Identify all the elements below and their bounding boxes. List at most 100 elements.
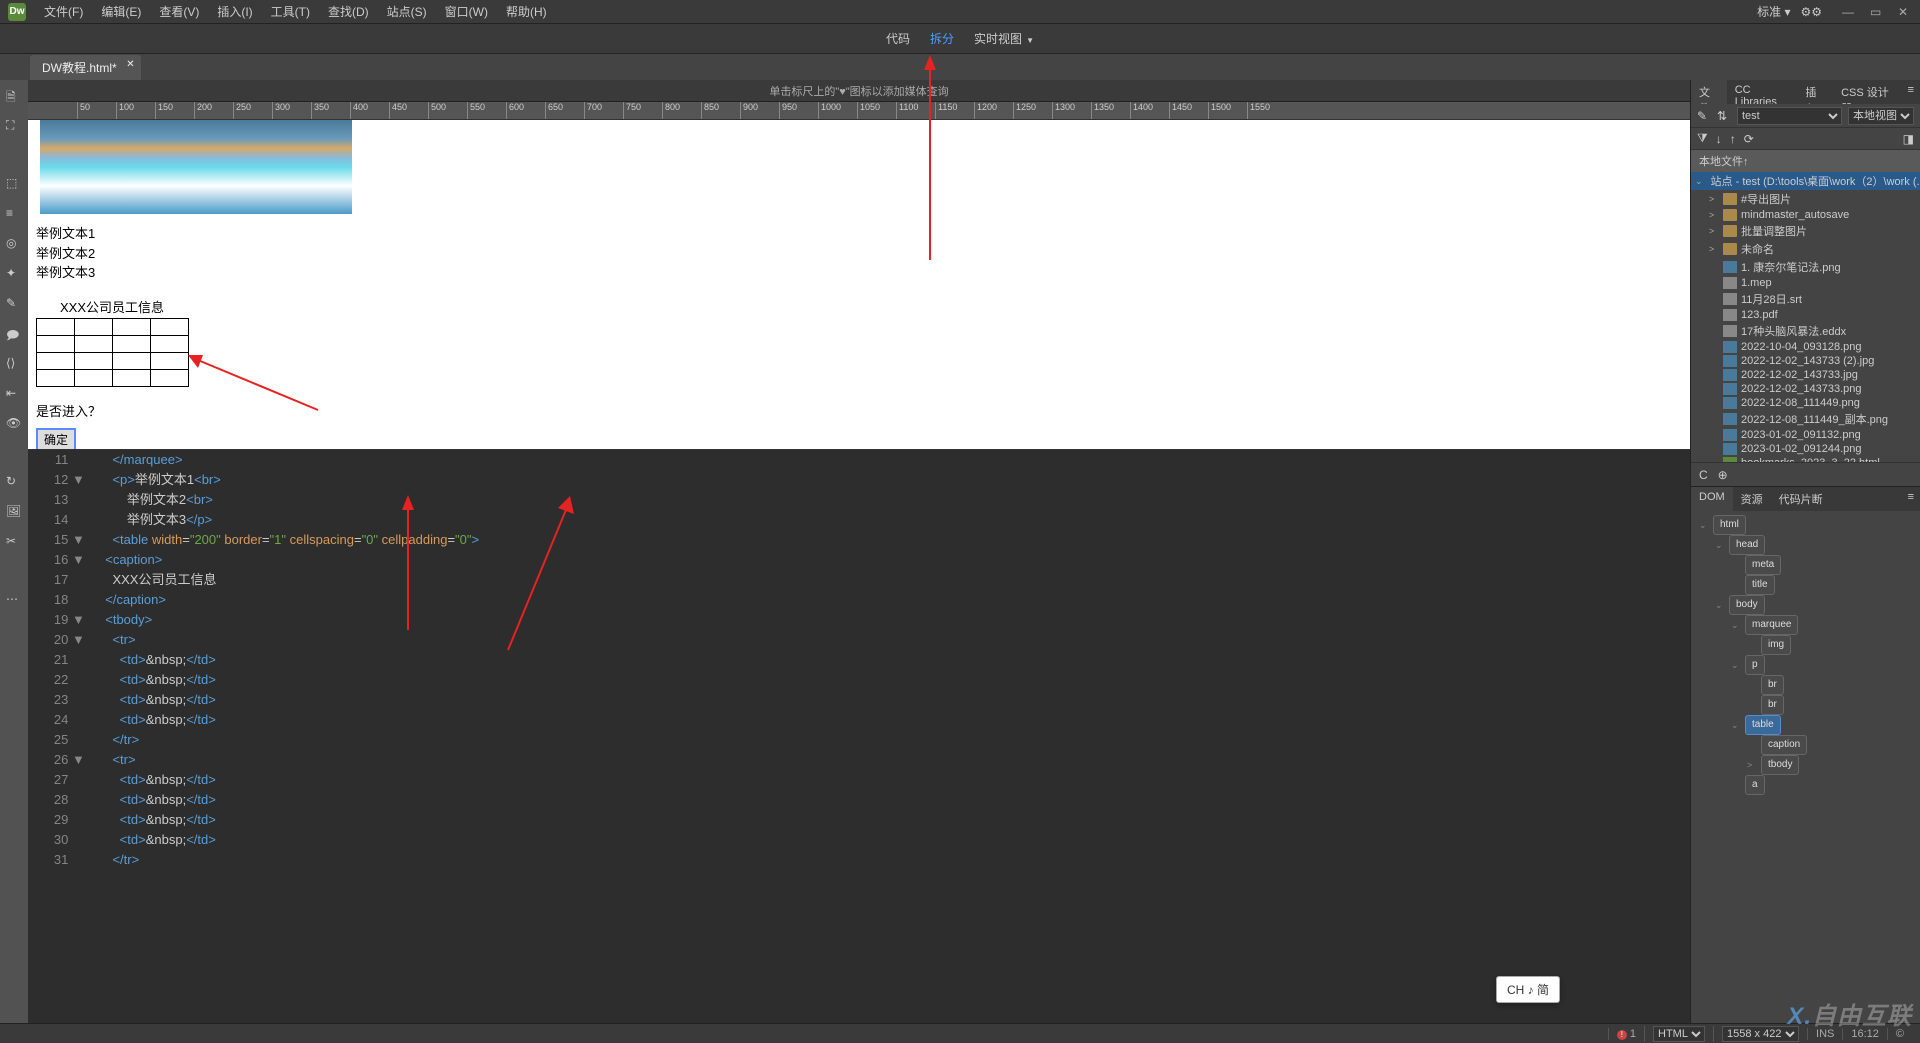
dom-node[interactable]: ⌄p <box>1695 655 1916 675</box>
format-icon[interactable]: ≡ <box>6 206 22 222</box>
design-submit-button[interactable]: 确定 <box>36 428 76 451</box>
horizontal-ruler[interactable]: 5010015020025030035040045050055060065070… <box>28 102 1690 120</box>
code-line[interactable]: <td>&nbsp;</td> <box>98 650 1690 670</box>
file-row[interactable]: 2022-10-04_093128.png <box>1691 340 1920 354</box>
code-line[interactable]: <td>&nbsp;</td> <box>98 810 1690 830</box>
status-language-select[interactable]: HTML <box>1653 1026 1705 1042</box>
view-split[interactable]: 拆分 <box>930 30 954 47</box>
dom-node[interactable]: title <box>1695 575 1916 595</box>
dom-tag[interactable]: tbody <box>1761 755 1799 775</box>
code-line[interactable]: <table width="200" border="1" cellspacin… <box>98 530 1690 550</box>
code-line[interactable]: </caption> <box>98 590 1690 610</box>
dom-tag[interactable]: table <box>1745 715 1781 735</box>
table-caption[interactable]: XXX公司员工信息 <box>60 297 1690 316</box>
file-row[interactable]: 2022-12-08_111449_副本.png <box>1691 410 1920 428</box>
tab-css-designer[interactable]: CSS 设计器 <box>1833 80 1902 104</box>
collapse-icon[interactable]: ⟨⟩ <box>6 356 22 372</box>
code-line[interactable]: <p>举例文本1<br> <box>98 470 1690 490</box>
view-select[interactable]: 本地视图 <box>1848 107 1914 125</box>
dom-node[interactable]: br <box>1695 695 1916 715</box>
view-code[interactable]: 代码 <box>886 30 910 47</box>
file-row[interactable]: 2022-12-02_143733.jpg <box>1691 368 1920 382</box>
outdent-icon[interactable]: ⇤ <box>6 386 22 402</box>
refresh-icon[interactable]: C <box>1699 468 1708 482</box>
tab-insert[interactable]: 插入 <box>1797 80 1833 104</box>
file-row[interactable]: 123.pdf <box>1691 308 1920 322</box>
file-row[interactable]: 2022-12-08_111449.png <box>1691 396 1920 410</box>
wand-icon[interactable]: ✦ <box>6 266 22 282</box>
dom-tag[interactable]: img <box>1761 635 1791 655</box>
extract-icon[interactable]: ✂ <box>6 534 22 550</box>
dom-tree[interactable]: ⌄html⌄headmetatitle⌄body⌄marqueeimg⌄pbrb… <box>1691 511 1920 799</box>
tab-close-icon[interactable]: ✕ <box>126 59 134 70</box>
dom-tag[interactable]: head <box>1729 535 1765 555</box>
select-icon[interactable]: ⬚ <box>6 176 22 192</box>
code-line[interactable]: </tr> <box>98 730 1690 750</box>
dom-node[interactable]: br <box>1695 675 1916 695</box>
file-row[interactable]: 17种头脑风暴法.eddx <box>1691 322 1920 340</box>
tab-snippets[interactable]: 代码片断 <box>1771 487 1831 511</box>
code-line[interactable]: <td>&nbsp;</td> <box>98 710 1690 730</box>
code-line[interactable]: <td>&nbsp;</td> <box>98 770 1690 790</box>
panel-menu-icon[interactable]: ≡ <box>1902 487 1920 511</box>
upload-icon[interactable]: ↑ <box>1730 132 1736 146</box>
tab-assets[interactable]: 资源 <box>1733 487 1771 511</box>
design-text-line[interactable]: 举例文本2 <box>36 244 1690 264</box>
comment-icon[interactable]: 🗩 <box>6 326 22 342</box>
dom-tag[interactable]: title <box>1745 575 1775 595</box>
file-row[interactable]: 1. 康奈尔笔记法.png <box>1691 258 1920 276</box>
file-row[interactable]: >批量调整图片 <box>1691 222 1920 240</box>
target-icon[interactable]: ◎ <box>6 236 22 252</box>
dom-node[interactable]: a <box>1695 775 1916 795</box>
file-row[interactable]: >mindmaster_autosave <box>1691 208 1920 222</box>
code-line[interactable]: <tr> <box>98 630 1690 650</box>
tab-files[interactable]: 文件 <box>1691 80 1727 104</box>
filter-icon[interactable]: ⧩ <box>1697 131 1708 146</box>
dom-node[interactable]: ⌄head <box>1695 535 1916 555</box>
close-icon[interactable]: ✕ <box>1898 5 1912 19</box>
code-line[interactable]: <td>&nbsp;</td> <box>98 790 1690 810</box>
design-question[interactable]: 是否进入？ <box>36 401 1690 420</box>
dom-tag[interactable]: p <box>1745 655 1765 675</box>
dom-node[interactable]: >tbody <box>1695 755 1916 775</box>
code-line[interactable]: <caption> <box>98 550 1690 570</box>
code-line[interactable]: </marquee> <box>98 450 1690 470</box>
code-line[interactable]: <td>&nbsp;</td> <box>98 690 1690 710</box>
files-section-header[interactable]: 本地文件↑ <box>1691 150 1920 172</box>
collapse-all-icon[interactable]: ↓ <box>1716 132 1722 146</box>
brush-icon[interactable]: ✎ <box>6 296 22 312</box>
file-row[interactable]: 2023-01-02_091244.png <box>1691 442 1920 456</box>
file-row[interactable]: 11月28日.srt <box>1691 290 1920 308</box>
menu-help[interactable]: 帮助(H) <box>498 0 555 23</box>
menu-window[interactable]: 窗口(W) <box>437 0 496 23</box>
file-row[interactable]: 1.mep <box>1691 276 1920 290</box>
design-text-line[interactable]: 举例文本3 <box>36 263 1690 283</box>
maximize-icon[interactable]: ▭ <box>1870 5 1884 19</box>
file-tree[interactable]: ⌄ 站点 - test (D:\tools\桌面\work（2）\work (.… <box>1691 172 1920 462</box>
dom-tag[interactable]: br <box>1761 675 1784 695</box>
design-table[interactable] <box>36 318 189 387</box>
define-site-icon[interactable]: ✎ <box>1697 109 1711 123</box>
more-icon[interactable]: ⋯ <box>6 592 22 608</box>
preview-icon[interactable]: 👁 <box>6 416 22 432</box>
file-row[interactable]: 2022-12-02_143733 (2).jpg <box>1691 354 1920 368</box>
file-row[interactable]: 2023-01-02_091132.png <box>1691 428 1920 442</box>
settings-icon[interactable]: ⊕ <box>1718 468 1728 482</box>
status-error[interactable]: ! 1 <box>1608 1028 1644 1040</box>
ftp-icon[interactable]: ⇅ <box>1717 109 1731 123</box>
dom-tag[interactable]: meta <box>1745 555 1781 575</box>
code-line[interactable]: <tr> <box>98 750 1690 770</box>
code-line[interactable]: <td>&nbsp;</td> <box>98 830 1690 850</box>
design-view[interactable]: 举例文本1 举例文本2 举例文本3 XXX公司员工信息 是否进入？ 确定 <box>28 120 1690 450</box>
dom-node[interactable]: ⌄body <box>1695 595 1916 615</box>
sync-icon[interactable]: ⚙⚙ <box>1800 5 1822 19</box>
dom-node[interactable]: ⌄table <box>1695 715 1916 735</box>
document-tab[interactable]: DW教程.html* ✕ <box>30 55 141 80</box>
menu-view[interactable]: 查看(V) <box>151 0 207 23</box>
code-line[interactable]: 举例文本2<br> <box>98 490 1690 510</box>
file-row[interactable]: >#导出图片 <box>1691 190 1920 208</box>
panel-menu-icon[interactable]: ≡ <box>1902 80 1920 104</box>
menu-edit[interactable]: 编辑(E) <box>93 0 149 23</box>
code-line[interactable]: 举例文本3</p> <box>98 510 1690 530</box>
code-line[interactable]: XXX公司员工信息 <box>98 570 1690 590</box>
